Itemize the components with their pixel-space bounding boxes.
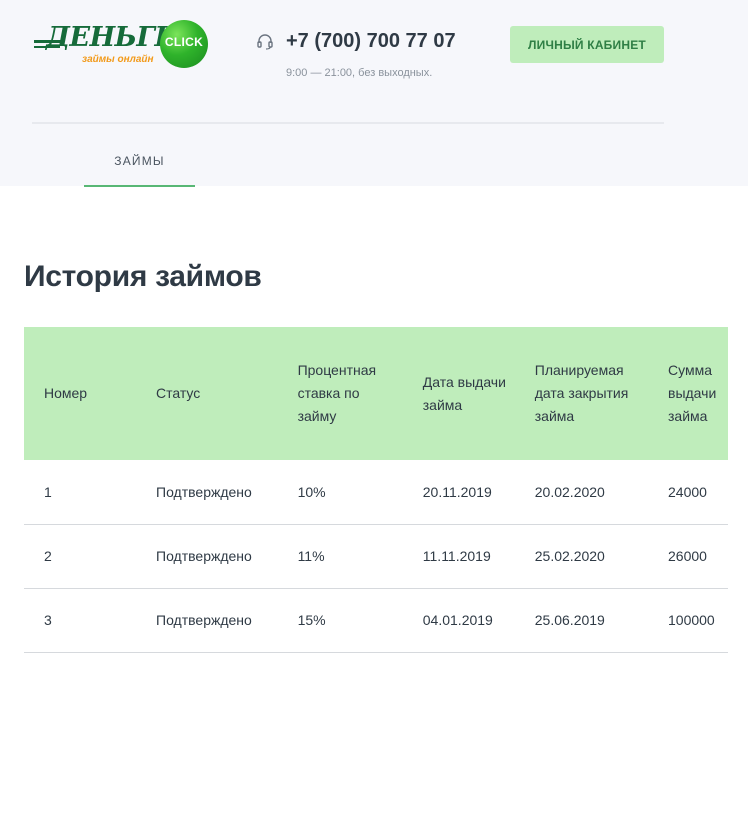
working-hours: 9:00 — 21:00, без выходных. [286,67,433,79]
cell-rate: 10% [277,460,403,525]
cell-issue-date: 11.11.2019 [402,524,515,589]
column-header-issue-date: Дата выдачи займа [402,327,515,460]
cell-close-date: 25.06.2019 [514,588,648,653]
table-row: 1 Подтверждено 10% 20.11.2019 20.02.2020… [24,460,728,525]
cell-rate: 11% [277,524,403,589]
site-header: ДЕНЬГИ займы онлайн CLICK +7 (700) 700 7… [0,0,748,188]
headset-icon [256,33,274,51]
table-row: 3 Подтверждено 15% 04.01.2019 25.06.2019… [24,588,728,653]
column-header-amount: Сумма выдачи займа [648,327,728,460]
column-header-rate: Процентная ставка по займу [277,327,403,460]
cell-amount: 26000 [648,524,728,589]
cell-status: Подтверждено [136,524,278,589]
cell-close-date: 25.02.2020 [514,524,648,589]
logo-tagline: займы онлайн [82,54,154,65]
cell-number: 3 [24,588,136,653]
cell-issue-date: 04.01.2019 [402,588,515,653]
cell-issue-date: 20.11.2019 [402,460,515,525]
cell-number: 1 [24,460,136,525]
cell-close-date: 20.02.2020 [514,460,648,525]
tab-loans[interactable]: ЗАЙМЫ [84,148,195,188]
page-title: История займов [24,260,262,293]
header-divider [32,122,664,124]
column-header-status: Статус [136,327,278,460]
loan-history-table: Номер Статус Процентная ставка по займу … [24,327,728,653]
cell-status: Подтверждено [136,460,278,525]
cell-amount: 24000 [648,460,728,525]
column-header-close-date: Планируемая дата закрытия займа [514,327,648,460]
cell-number: 2 [24,524,136,589]
personal-cabinet-button[interactable]: ЛИЧНЫЙ КАБИНЕТ [510,26,664,63]
column-header-number: Номер [24,327,136,460]
table-row: 2 Подтверждено 11% 11.11.2019 25.02.2020… [24,524,728,589]
table-header-row: Номер Статус Процентная ставка по займу … [24,327,728,460]
cell-rate: 15% [277,588,403,653]
logo-badge-text: CLICK [164,35,204,49]
cell-amount: 100000 [648,588,728,653]
logo[interactable]: ДЕНЬГИ займы онлайн CLICK [30,18,210,72]
phone-number-link[interactable]: +7 (700) 700 77 07 [286,30,456,53]
cell-status: Подтверждено [136,588,278,653]
active-tab-indicator [84,185,195,187]
